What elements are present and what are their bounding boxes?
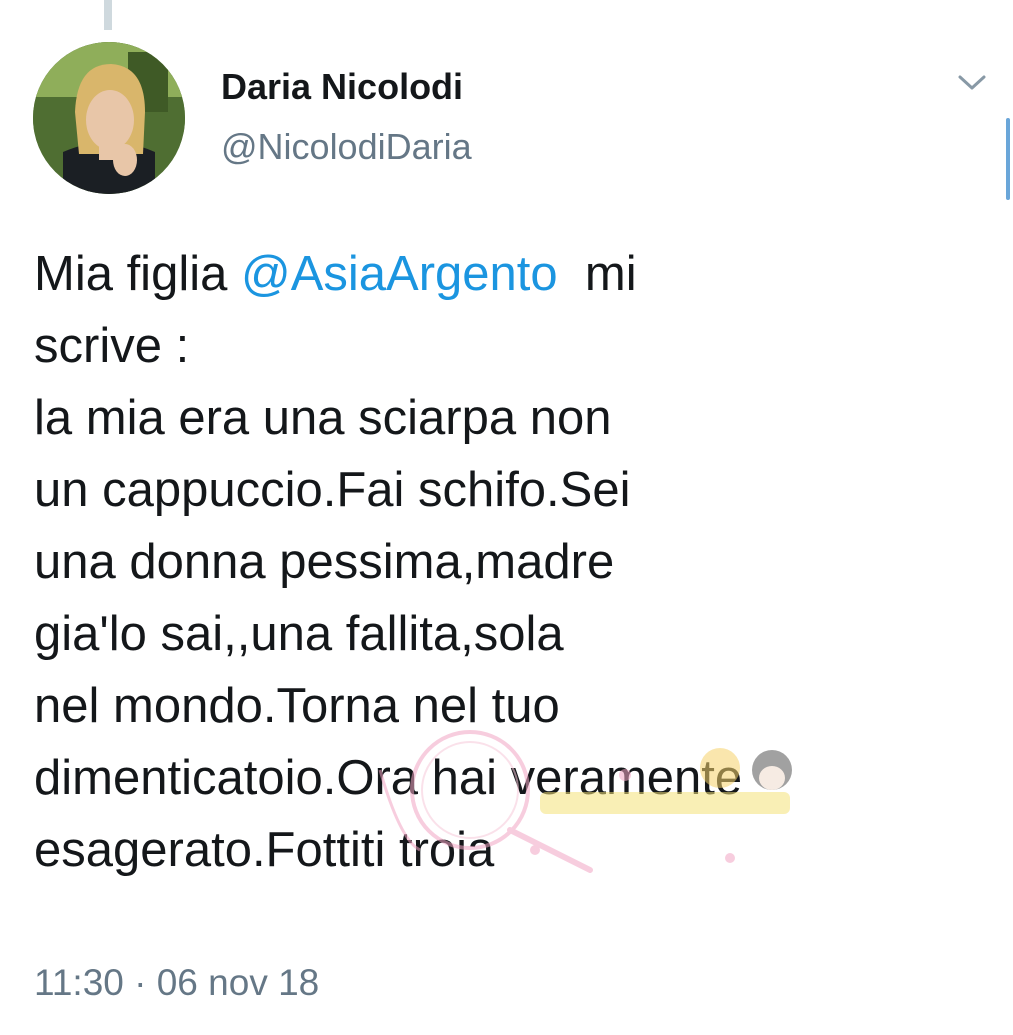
avatar[interactable] <box>33 42 185 194</box>
tweet-text-segment: mi <box>557 247 637 301</box>
tweet-timestamp[interactable]: 11:30 · 06 nov 18 <box>34 962 319 1004</box>
tweet-line: un cappuccio.Fai schifo.Sei <box>34 463 631 517</box>
tweet-menu-button[interactable] <box>950 66 994 100</box>
tweet-line: scrive : <box>34 319 190 373</box>
author-name[interactable]: Daria Nicolodi <box>221 66 463 108</box>
tweet-line: esagerato.Fottiti troia <box>34 823 495 877</box>
tweet-line: nel mondo.Torna nel tuo <box>34 679 560 733</box>
tweet-text: Mia figlia @AsiaArgento mi scrive : la m… <box>34 238 984 886</box>
tweet-line: dimenticatoio.Ora hai veramente <box>34 751 743 805</box>
mention-link[interactable]: @AsiaArgento <box>241 247 558 301</box>
tweet-text-segment: Mia figlia <box>34 247 241 301</box>
chevron-down-icon <box>958 75 986 90</box>
tweet-line: gia'lo sai,,una fallita,sola <box>34 607 564 661</box>
author-handle[interactable]: @NicolodiDaria <box>221 126 472 168</box>
profile-photo <box>33 42 185 194</box>
tweet-line: Mia figlia @AsiaArgento mi <box>34 238 984 310</box>
thread-connector-line <box>104 0 112 30</box>
tweet-line: una donna pessima,madre <box>34 535 615 589</box>
tweet-line: la mia era una sciarpa non <box>34 391 612 445</box>
scrollbar-thumb[interactable] <box>1006 118 1010 200</box>
